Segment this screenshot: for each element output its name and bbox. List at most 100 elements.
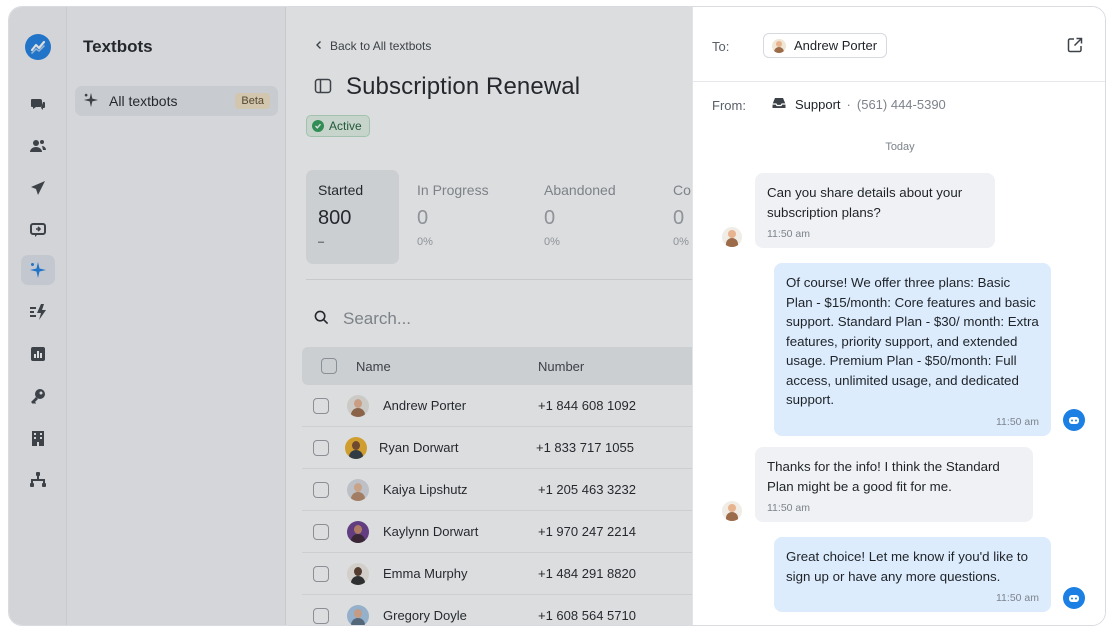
message-incoming: Thanks for the info! I think the Standar… xyxy=(755,447,1033,522)
stat-value: 0 xyxy=(673,207,685,229)
stats-row: Started 800 – In Progress 0 0% Abandoned… xyxy=(306,170,692,264)
row-number: +1 844 608 1092 xyxy=(538,398,636,413)
stat-label: Abandoned xyxy=(544,182,616,198)
sender-info: Support · (561) 444-5390 xyxy=(771,96,946,113)
sidebar-item-all-textbots[interactable]: All textbots Beta xyxy=(75,86,278,116)
contacts-icon[interactable] xyxy=(21,131,55,161)
row-checkbox[interactable] xyxy=(313,607,329,624)
conversation-header: To: Andrew Porter xyxy=(693,7,1105,82)
stat-started[interactable]: Started 800 – xyxy=(306,170,399,264)
hierarchy-icon[interactable] xyxy=(21,465,55,495)
row-number: +1 608 564 5710 xyxy=(538,608,636,623)
icon-rail xyxy=(9,7,67,625)
stat-abandoned[interactable]: Abandoned 0 0% xyxy=(532,170,652,264)
message-time: 11:50 am xyxy=(767,502,810,514)
message-incoming: Can you share details about your subscri… xyxy=(755,173,995,248)
main-content: Back to All textbots Subscription Renewa… xyxy=(286,7,692,625)
contacts-table: Name Number Andrew Porter +1 844 608 109… xyxy=(302,347,692,625)
table-row[interactable]: Ryan Dorwart +1 833 717 1055 xyxy=(302,427,692,469)
table-row[interactable]: Kaiya Lipshutz +1 205 463 3232 xyxy=(302,469,692,511)
reply-icon[interactable] xyxy=(21,215,55,245)
sidebar-item-label: All textbots xyxy=(109,93,178,109)
row-checkbox[interactable] xyxy=(313,439,329,456)
row-number: +1 205 463 3232 xyxy=(538,482,636,497)
stat-label: Started xyxy=(318,182,364,198)
sparkle-icon[interactable] xyxy=(21,255,55,285)
row-name: Gregory Doyle xyxy=(383,608,467,623)
search-bar[interactable]: Search... xyxy=(314,309,411,329)
row-checkbox[interactable] xyxy=(313,565,329,582)
avatar xyxy=(347,478,369,501)
sparkle-icon xyxy=(83,92,99,111)
row-name: Ryan Dorwart xyxy=(379,440,459,455)
message-time: 11:50 am xyxy=(767,228,810,240)
sender-name: Support xyxy=(795,97,841,112)
inbox-icon xyxy=(771,96,787,113)
select-all-checkbox[interactable] xyxy=(321,358,337,374)
sidebar-toggle-icon[interactable] xyxy=(314,77,332,98)
check-icon xyxy=(312,120,324,132)
column-header-name[interactable]: Name xyxy=(356,359,391,374)
stat-sub: 0% xyxy=(417,236,433,248)
row-name: Emma Murphy xyxy=(383,566,468,581)
row-checkbox[interactable] xyxy=(313,397,329,414)
automation-icon[interactable] xyxy=(21,297,55,327)
conversation-panel: To: Andrew Porter From: Support · (561) … xyxy=(692,7,1105,625)
page-title: Subscription Renewal xyxy=(346,73,581,100)
stat-value: 0 xyxy=(417,207,429,229)
bot-icon xyxy=(1063,409,1085,431)
stat-sub: 0% xyxy=(544,236,560,248)
stat-label: Co xyxy=(673,182,691,198)
row-name: Kaiya Lipshutz xyxy=(383,482,468,497)
row-name: Andrew Porter xyxy=(383,398,467,413)
building-icon[interactable] xyxy=(21,423,55,453)
avatar xyxy=(347,604,369,625)
message-outgoing: Of course! We offer three plans: Basic P… xyxy=(774,263,1051,436)
recipient-chip[interactable]: Andrew Porter xyxy=(763,33,888,58)
search-input[interactable]: Search... xyxy=(343,309,411,329)
back-link-label: Back to All textbots xyxy=(330,39,432,53)
message-text: Thanks for the info! I think the Standar… xyxy=(767,459,1000,494)
sidebar-title: Textbots xyxy=(83,37,153,56)
back-link[interactable]: Back to All textbots xyxy=(314,39,431,53)
stat-completed[interactable]: Co 0 0% xyxy=(661,170,692,264)
row-number: +1 484 291 8820 xyxy=(538,566,636,581)
status-badge: Active xyxy=(306,115,370,137)
row-number: +1 833 717 1055 xyxy=(536,440,634,455)
chart-icon[interactable] xyxy=(21,339,55,369)
table-row[interactable]: Kaylynn Dorwart +1 970 247 2214 xyxy=(302,511,692,553)
avatar xyxy=(722,501,742,521)
avatar xyxy=(347,562,369,585)
bot-icon xyxy=(1063,587,1085,609)
message-text: Great choice! Let me know if you'd like … xyxy=(786,549,1028,584)
logo-icon[interactable] xyxy=(25,34,51,60)
message-time: 11:50 am xyxy=(996,592,1039,604)
avatar xyxy=(722,227,742,247)
table-row[interactable]: Andrew Porter +1 844 608 1092 xyxy=(302,385,692,427)
chevron-left-icon xyxy=(314,39,324,53)
search-icon xyxy=(314,310,329,328)
stat-value: 800 xyxy=(318,207,352,229)
table-row[interactable]: Emma Murphy +1 484 291 8820 xyxy=(302,553,692,595)
key-icon[interactable] xyxy=(21,381,55,411)
separator: · xyxy=(846,97,851,112)
row-number: +1 970 247 2214 xyxy=(538,524,636,539)
column-header-number[interactable]: Number xyxy=(538,359,584,374)
send-icon[interactable] xyxy=(21,173,55,203)
message-time: 11:50 am xyxy=(996,415,1039,428)
open-external-icon[interactable] xyxy=(1066,36,1084,54)
chat-bubbles-icon[interactable] xyxy=(21,89,55,119)
table-row[interactable]: Gregory Doyle +1 608 564 5710 xyxy=(302,595,692,625)
avatar xyxy=(347,394,369,417)
from-label: From: xyxy=(712,98,746,113)
date-divider: Today xyxy=(885,141,915,153)
stat-sub: 0% xyxy=(673,236,689,248)
row-name: Kaylynn Dorwart xyxy=(383,524,479,539)
row-checkbox[interactable] xyxy=(313,523,329,540)
divider xyxy=(306,279,692,280)
row-checkbox[interactable] xyxy=(313,481,329,498)
stat-in-progress[interactable]: In Progress 0 0% xyxy=(405,170,525,264)
to-label: To: xyxy=(712,39,730,54)
stat-label: In Progress xyxy=(417,182,489,198)
message-outgoing: Great choice! Let me know if you'd like … xyxy=(774,537,1051,612)
